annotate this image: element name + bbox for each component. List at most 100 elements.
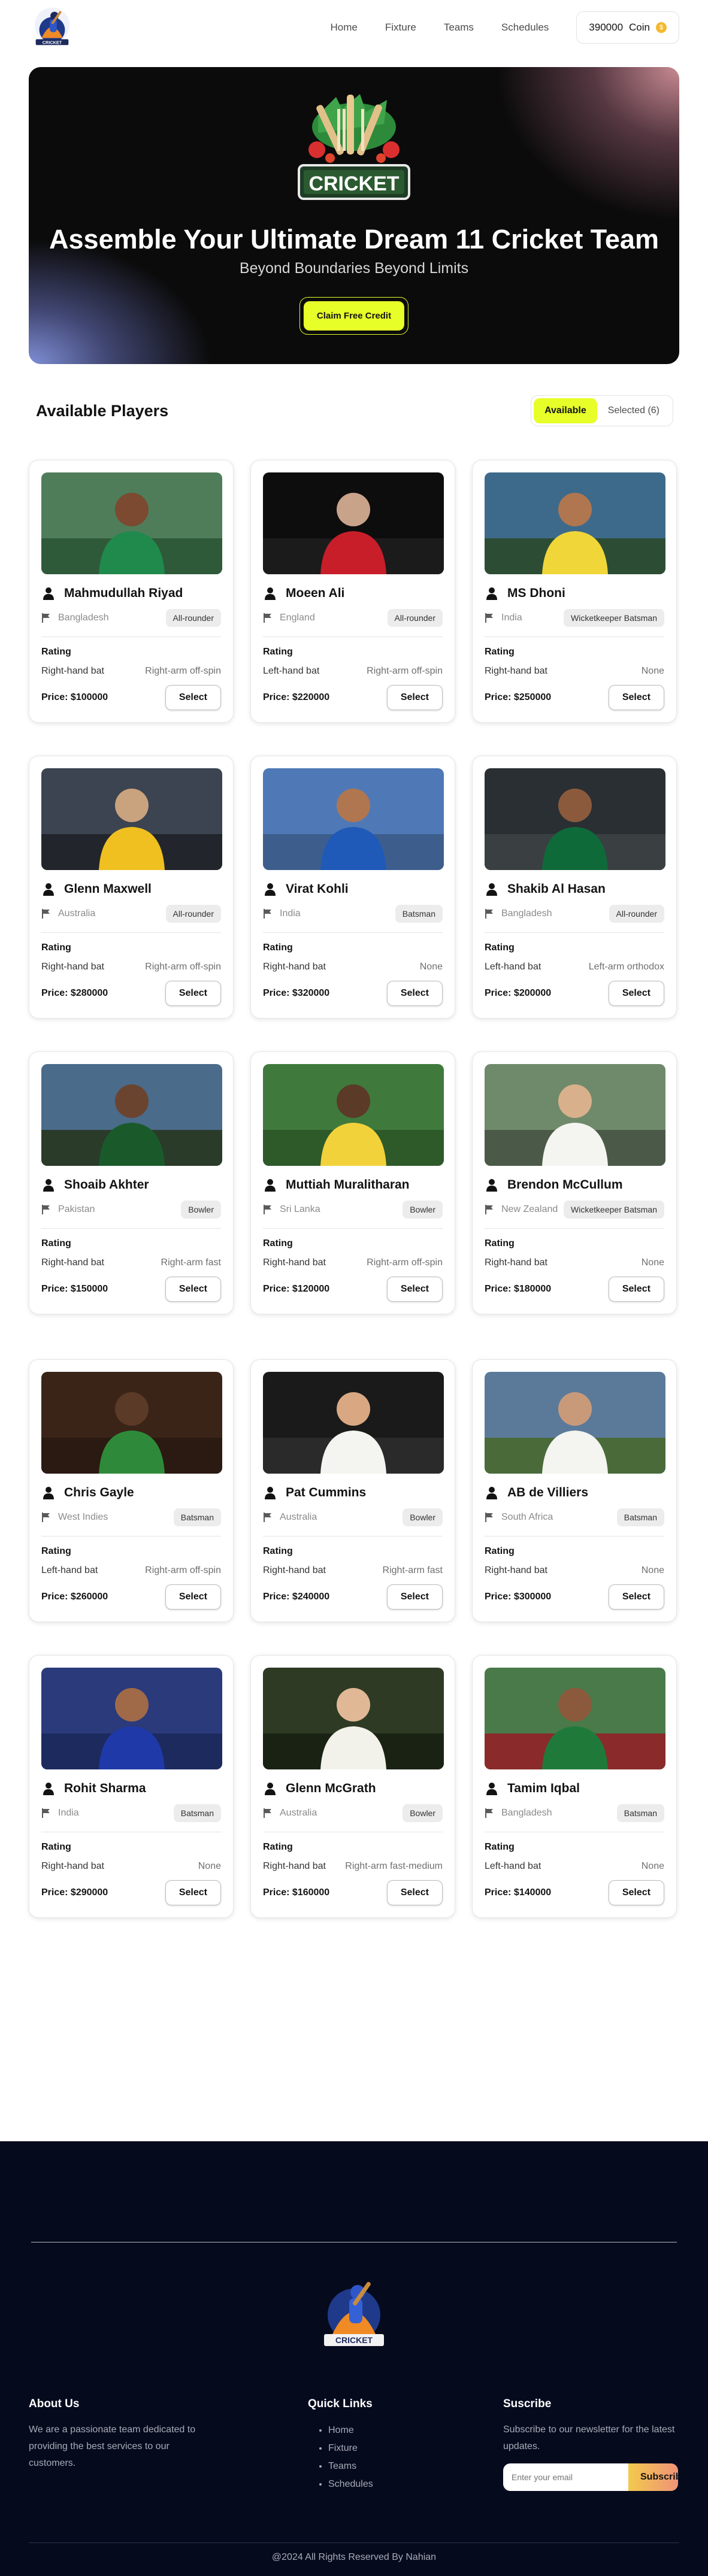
player-role-badge: All-rounder bbox=[165, 905, 221, 923]
player-country: Bangladesh bbox=[485, 1808, 552, 1819]
nav-link-teams[interactable]: Teams bbox=[444, 22, 474, 34]
select-player-button[interactable]: Select bbox=[386, 981, 443, 1006]
rating-label: Rating bbox=[263, 1842, 293, 1852]
select-player-button[interactable]: Select bbox=[386, 1880, 443, 1905]
rating-label: Rating bbox=[41, 942, 71, 953]
select-player-button[interactable]: Select bbox=[386, 685, 443, 710]
coin-icon: $ bbox=[656, 22, 667, 33]
claim-free-credit-button[interactable]: Claim Free Credit bbox=[303, 301, 405, 331]
rating-label: Rating bbox=[485, 1238, 515, 1248]
player-name: Shoaib Akhter bbox=[64, 1178, 149, 1192]
player-style-row: Left-hand bat Right-arm off-spin bbox=[263, 666, 443, 677]
footer-subscribe: Suscribe Subscribe to our newsletter for… bbox=[503, 2398, 679, 2491]
rating-label: Rating bbox=[263, 647, 293, 657]
user-icon bbox=[486, 1179, 497, 1192]
player-price-row: Price: $300000 Select bbox=[485, 1584, 664, 1610]
player-country: New Zealand bbox=[485, 1204, 558, 1215]
rating-label: Rating bbox=[485, 942, 515, 953]
player-style-row: Right-hand bat None bbox=[485, 1257, 664, 1268]
player-price-row: Price: $180000 Select bbox=[485, 1277, 664, 1302]
player-price: Price: $160000 bbox=[263, 1887, 330, 1898]
player-price-row: Price: $320000 Select bbox=[263, 981, 443, 1006]
player-country-row: West Indies Batsman bbox=[41, 1508, 221, 1536]
player-price-row: Price: $280000 Select bbox=[41, 981, 221, 1006]
player-name: Glenn Maxwell bbox=[64, 882, 152, 896]
coin-label: Coin bbox=[629, 22, 650, 33]
player-role-badge: Wicketkeeper Batsman bbox=[564, 609, 664, 627]
select-player-button[interactable]: Select bbox=[608, 1277, 664, 1302]
select-player-button[interactable]: Select bbox=[165, 685, 221, 710]
player-name: Rohit Sharma bbox=[64, 1781, 146, 1795]
player-style-row: Left-hand bat None bbox=[485, 1861, 664, 1872]
footer-link-schedules[interactable]: Schedules bbox=[328, 2475, 440, 2493]
player-card: Shakib Al Hasan Bangladesh All-rounder R… bbox=[472, 756, 677, 1019]
subscribe-button[interactable]: Subscribe bbox=[628, 2463, 678, 2491]
nav-link-schedules[interactable]: Schedules bbox=[501, 22, 549, 34]
email-input[interactable] bbox=[503, 2463, 628, 2491]
flag-icon bbox=[42, 1808, 50, 1818]
footer-link-teams[interactable]: Teams bbox=[328, 2457, 440, 2475]
coin-amount: 390000 bbox=[589, 22, 624, 33]
flag-icon bbox=[264, 1808, 271, 1818]
footer-link-fixture[interactable]: Fixture bbox=[328, 2439, 440, 2457]
player-style-row: Right-hand bat None bbox=[485, 1565, 664, 1576]
copyright: @2024 All Rights Reserved By Nahian bbox=[271, 2552, 437, 2562]
flag-icon bbox=[264, 613, 271, 623]
select-player-button[interactable]: Select bbox=[386, 1277, 443, 1302]
select-player-button[interactable]: Select bbox=[165, 1880, 221, 1905]
player-card: Glenn McGrath Australia Bowler Rating Ri… bbox=[250, 1655, 455, 1918]
player-name: Mahmudullah Riyad bbox=[64, 586, 183, 600]
select-player-button[interactable]: Select bbox=[386, 1584, 443, 1610]
user-icon bbox=[486, 883, 497, 896]
player-card: Glenn Maxwell Australia All-rounder Rati… bbox=[29, 756, 234, 1019]
bowling-style: Right-arm off-spin bbox=[145, 666, 221, 676]
player-photo bbox=[41, 1668, 222, 1769]
player-photo bbox=[41, 1372, 222, 1474]
player-price-row: Price: $240000 Select bbox=[263, 1584, 443, 1610]
cricket-logo[interactable]: CRICKET bbox=[29, 4, 75, 51]
batting-style: Right-hand bat bbox=[263, 1565, 326, 1575]
bowling-style: None bbox=[419, 962, 443, 972]
nav-link-fixture[interactable]: Fixture bbox=[385, 22, 416, 34]
player-name-row: Brendon McCullum bbox=[485, 1178, 664, 1192]
select-player-button[interactable]: Select bbox=[608, 685, 664, 710]
user-icon bbox=[265, 587, 276, 600]
player-price: Price: $260000 bbox=[41, 1592, 108, 1602]
flag-icon bbox=[264, 909, 271, 919]
player-country-row: India Batsman bbox=[263, 905, 443, 933]
batting-style: Right-hand bat bbox=[263, 962, 326, 972]
flag-icon bbox=[485, 909, 493, 919]
player-role-badge: All-rounder bbox=[387, 609, 443, 627]
select-player-button[interactable]: Select bbox=[165, 1584, 221, 1610]
batting-style: Right-hand bat bbox=[485, 1257, 547, 1268]
batting-style: Left-hand bat bbox=[41, 1565, 98, 1575]
tab-selected[interactable]: Selected (6) bbox=[597, 398, 670, 423]
select-player-button[interactable]: Select bbox=[165, 1277, 221, 1302]
about-text: We are a passionate team dedicated to pr… bbox=[29, 2425, 196, 2468]
flag-icon bbox=[485, 1808, 493, 1818]
select-player-button[interactable]: Select bbox=[608, 1880, 664, 1905]
player-name-row: Shakib Al Hasan bbox=[485, 882, 664, 896]
footer-link-home[interactable]: Home bbox=[328, 2422, 440, 2439]
player-photo bbox=[263, 768, 444, 870]
select-player-button[interactable]: Select bbox=[608, 1584, 664, 1610]
player-name-row: Virat Kohli bbox=[263, 882, 443, 896]
player-country-name: India bbox=[501, 613, 522, 623]
footer-divider-bottom bbox=[29, 2542, 679, 2543]
select-player-button[interactable]: Select bbox=[608, 981, 664, 1006]
flag-icon bbox=[264, 1513, 271, 1522]
player-name-row: AB de Villiers bbox=[485, 1486, 664, 1500]
batting-style: Left-hand bat bbox=[263, 666, 320, 676]
player-card: Moeen Ali England All-rounder Rating Lef… bbox=[250, 460, 455, 723]
player-price: Price: $150000 bbox=[41, 1284, 108, 1294]
nav-link-home[interactable]: Home bbox=[331, 22, 358, 34]
player-role-badge: Batsman bbox=[395, 905, 443, 923]
player-name: Pat Cummins bbox=[286, 1486, 367, 1499]
player-photo bbox=[263, 1668, 444, 1769]
tab-available[interactable]: Available bbox=[534, 398, 597, 423]
player-name-row: Shoaib Akhter bbox=[41, 1178, 221, 1192]
player-country: Bangladesh bbox=[41, 613, 109, 623]
select-player-button[interactable]: Select bbox=[165, 981, 221, 1006]
player-photo bbox=[263, 472, 444, 574]
batting-style: Right-hand bat bbox=[41, 962, 104, 972]
